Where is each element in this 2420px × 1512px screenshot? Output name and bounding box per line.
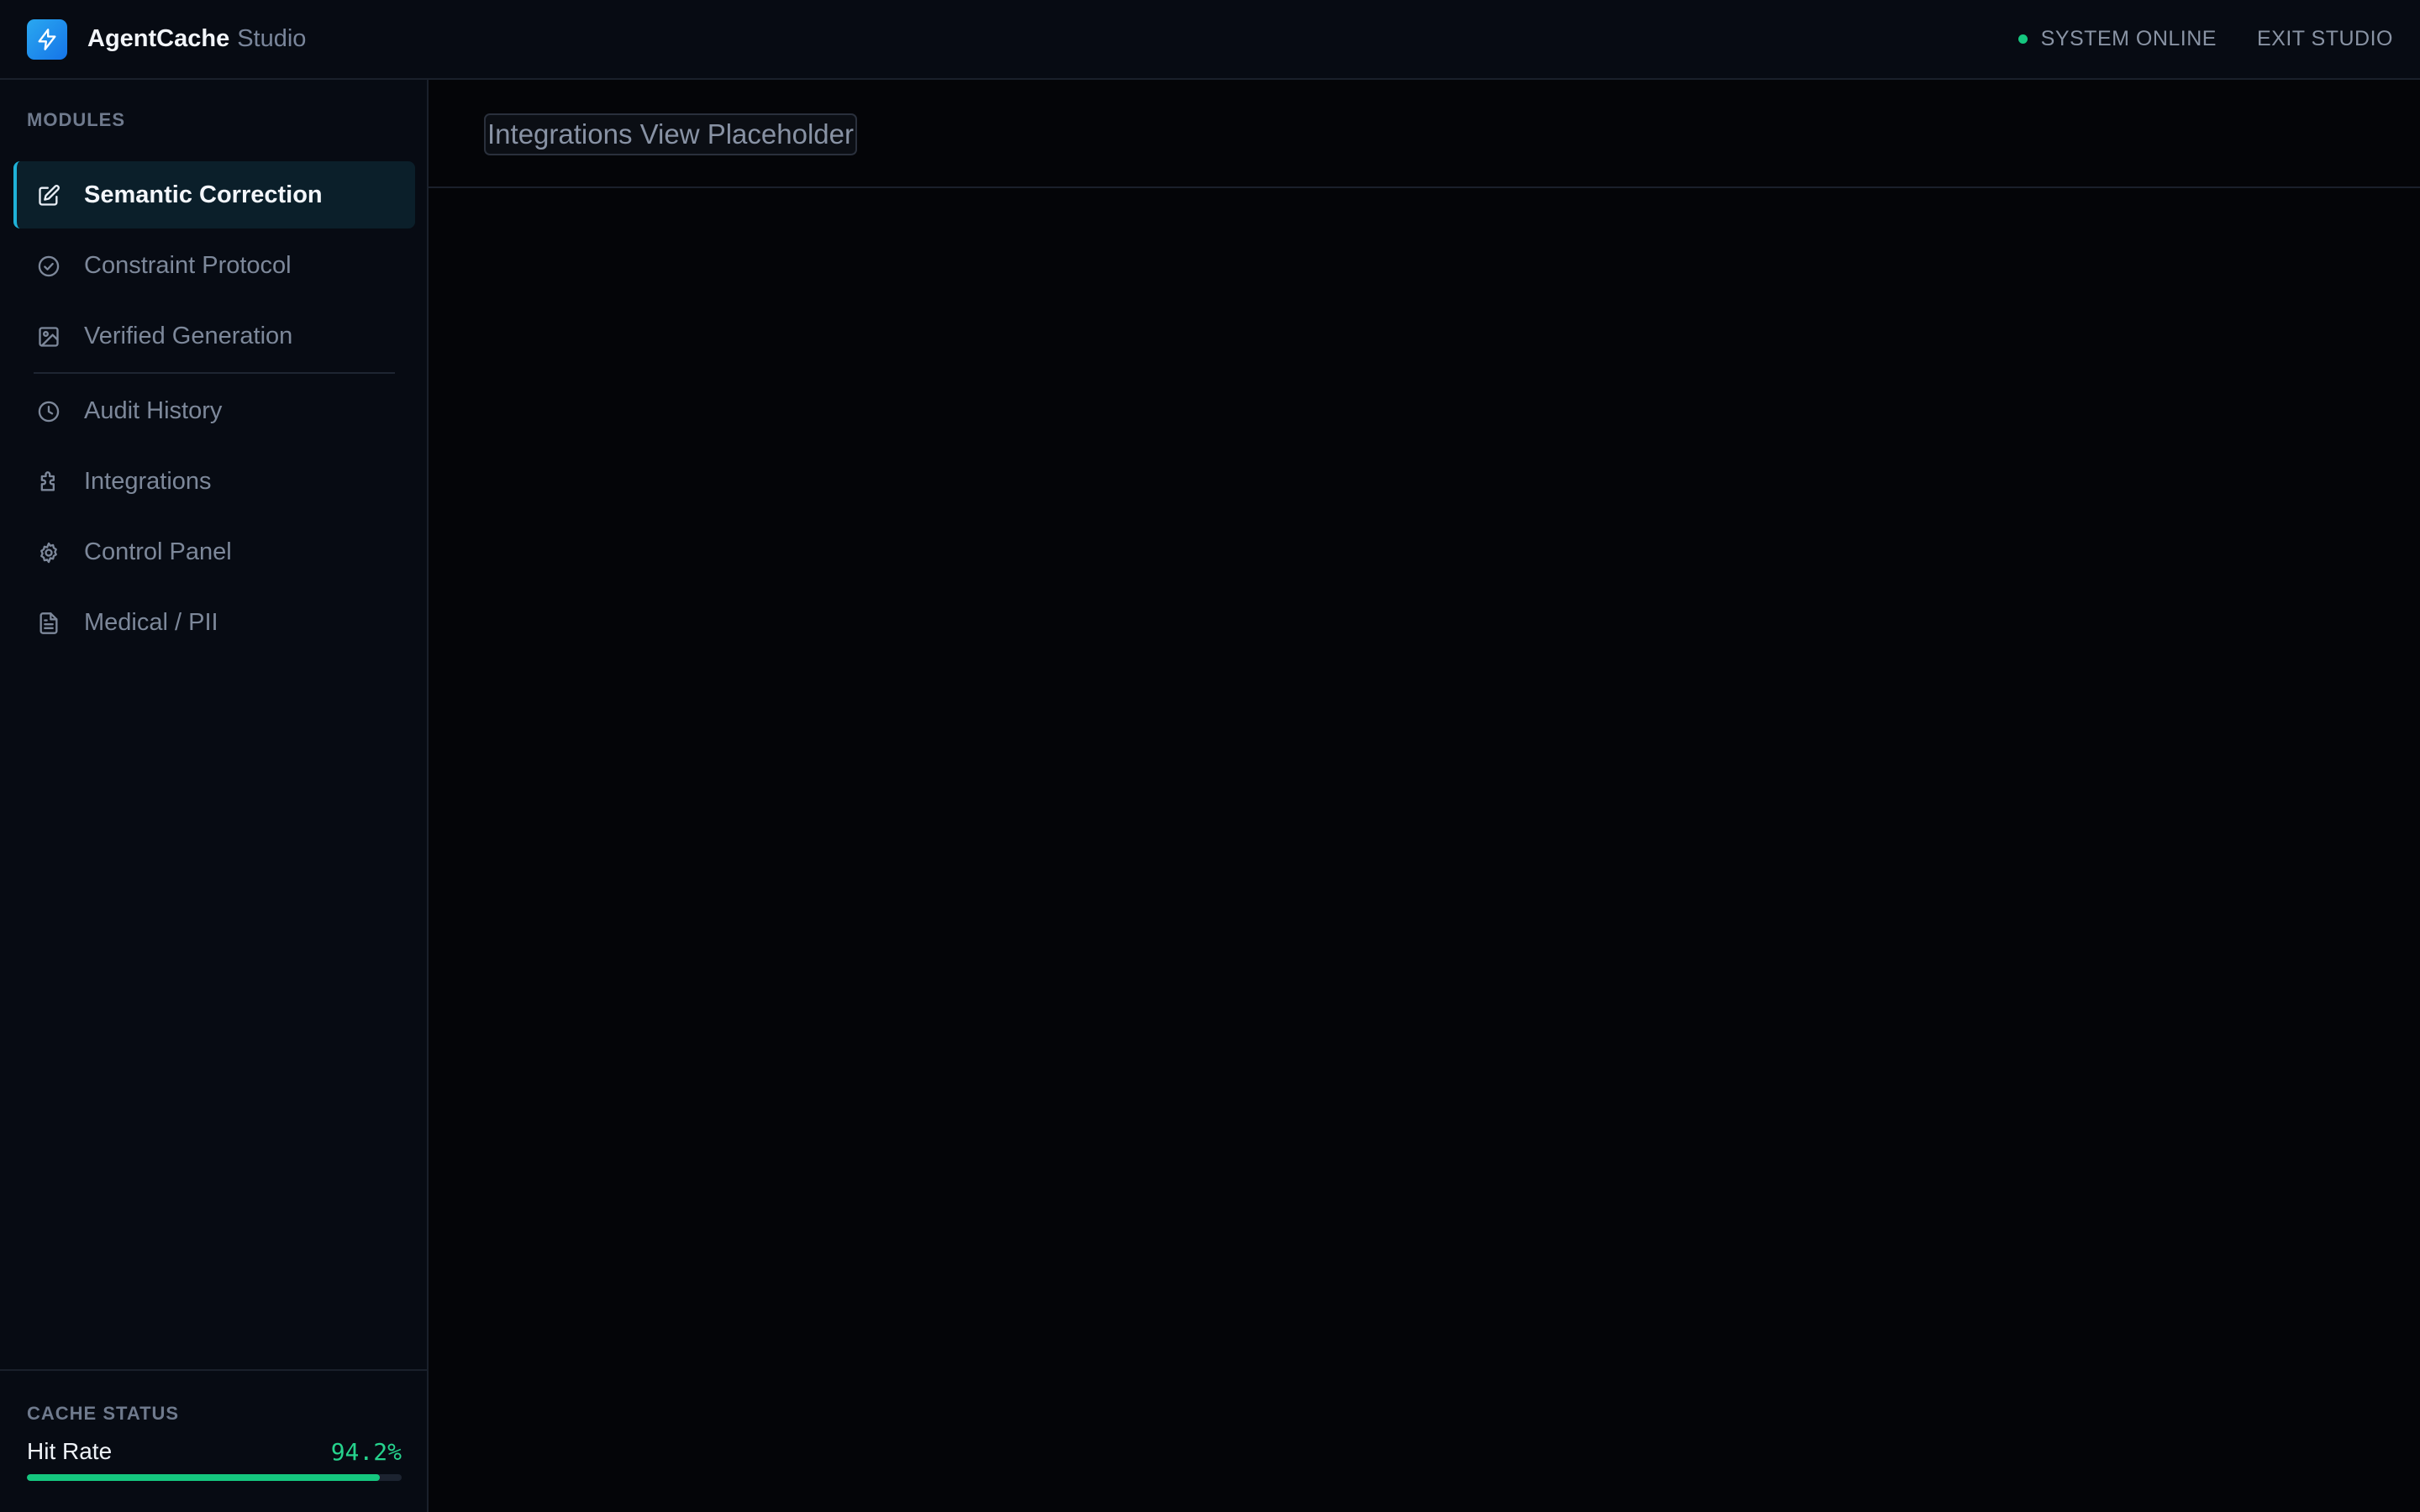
- sidebar-item-label: Audit History: [84, 396, 223, 424]
- puzzle-icon: [37, 470, 60, 494]
- image-icon: [37, 325, 60, 349]
- check-circle-icon: [37, 255, 60, 278]
- main-content: Integrations View Placeholder: [429, 80, 2420, 1512]
- gear-icon: [37, 541, 60, 564]
- clock-icon: [37, 400, 60, 423]
- sidebar-item-constraint-protocol[interactable]: Constraint Protocol: [13, 232, 415, 299]
- logo: [27, 18, 67, 60]
- header-right: SYSTEM ONLINE EXIT STUDIO: [2018, 27, 2393, 51]
- top-bar: AgentCache Studio SYSTEM ONLINE EXIT STU…: [0, 0, 2420, 80]
- status-indicator-icon: [2018, 34, 2028, 44]
- brand-name: AgentCache: [87, 25, 230, 52]
- exit-studio-button[interactable]: EXIT STUDIO: [2257, 27, 2393, 51]
- sidebar-item-label: Constraint Protocol: [84, 251, 292, 279]
- document-icon: [37, 612, 60, 635]
- sidebar-item-audit-history[interactable]: Audit History: [13, 377, 415, 444]
- hit-rate-label: Hit Rate: [27, 1438, 113, 1464]
- cache-status-label: CACHE STATUS: [27, 1403, 180, 1424]
- hit-rate-progress-bar: [27, 1474, 402, 1481]
- app-root: AgentCache Studio SYSTEM ONLINE EXIT STU…: [0, 0, 2420, 1512]
- sidebar-item-label: Semantic Correction: [84, 181, 323, 208]
- brand-sub: Studio: [237, 25, 307, 52]
- sidebar-item-verified-generation[interactable]: Verified Generation: [13, 302, 415, 370]
- modules-label: MODULES: [27, 109, 125, 130]
- sidebar-item-medical-pii[interactable]: Medical / PII: [13, 589, 415, 656]
- sidebar-item-label: Integrations: [84, 467, 212, 495]
- sidebar-item-label: Verified Generation: [84, 322, 293, 349]
- sidebar-item-label: Medical / PII: [84, 608, 218, 636]
- sidebar-divider: [34, 372, 395, 374]
- system-status: SYSTEM ONLINE: [2040, 27, 2217, 50]
- hit-rate-progress-fill: [27, 1474, 381, 1481]
- sidebar-item-integrations[interactable]: Integrations: [13, 448, 415, 515]
- view-placeholder: Integrations View Placeholder: [484, 113, 857, 155]
- sidebar-item-semantic-correction[interactable]: Semantic Correction: [13, 161, 415, 228]
- sidebar-item-label: Control Panel: [84, 538, 232, 565]
- hit-rate-value: 94.2%: [330, 1438, 402, 1466]
- main-header: Integrations View Placeholder: [429, 80, 2420, 188]
- lightning-icon: [38, 28, 56, 50]
- sidebar: MODULES Semantic Correction Constraint P…: [0, 80, 429, 1512]
- sidebar-item-control-panel[interactable]: Control Panel: [13, 518, 415, 585]
- edit-icon: [37, 184, 60, 207]
- cache-status-panel: CACHE STATUS Hit Rate 94.2%: [0, 1369, 427, 1512]
- brand: AgentCache Studio: [87, 25, 306, 53]
